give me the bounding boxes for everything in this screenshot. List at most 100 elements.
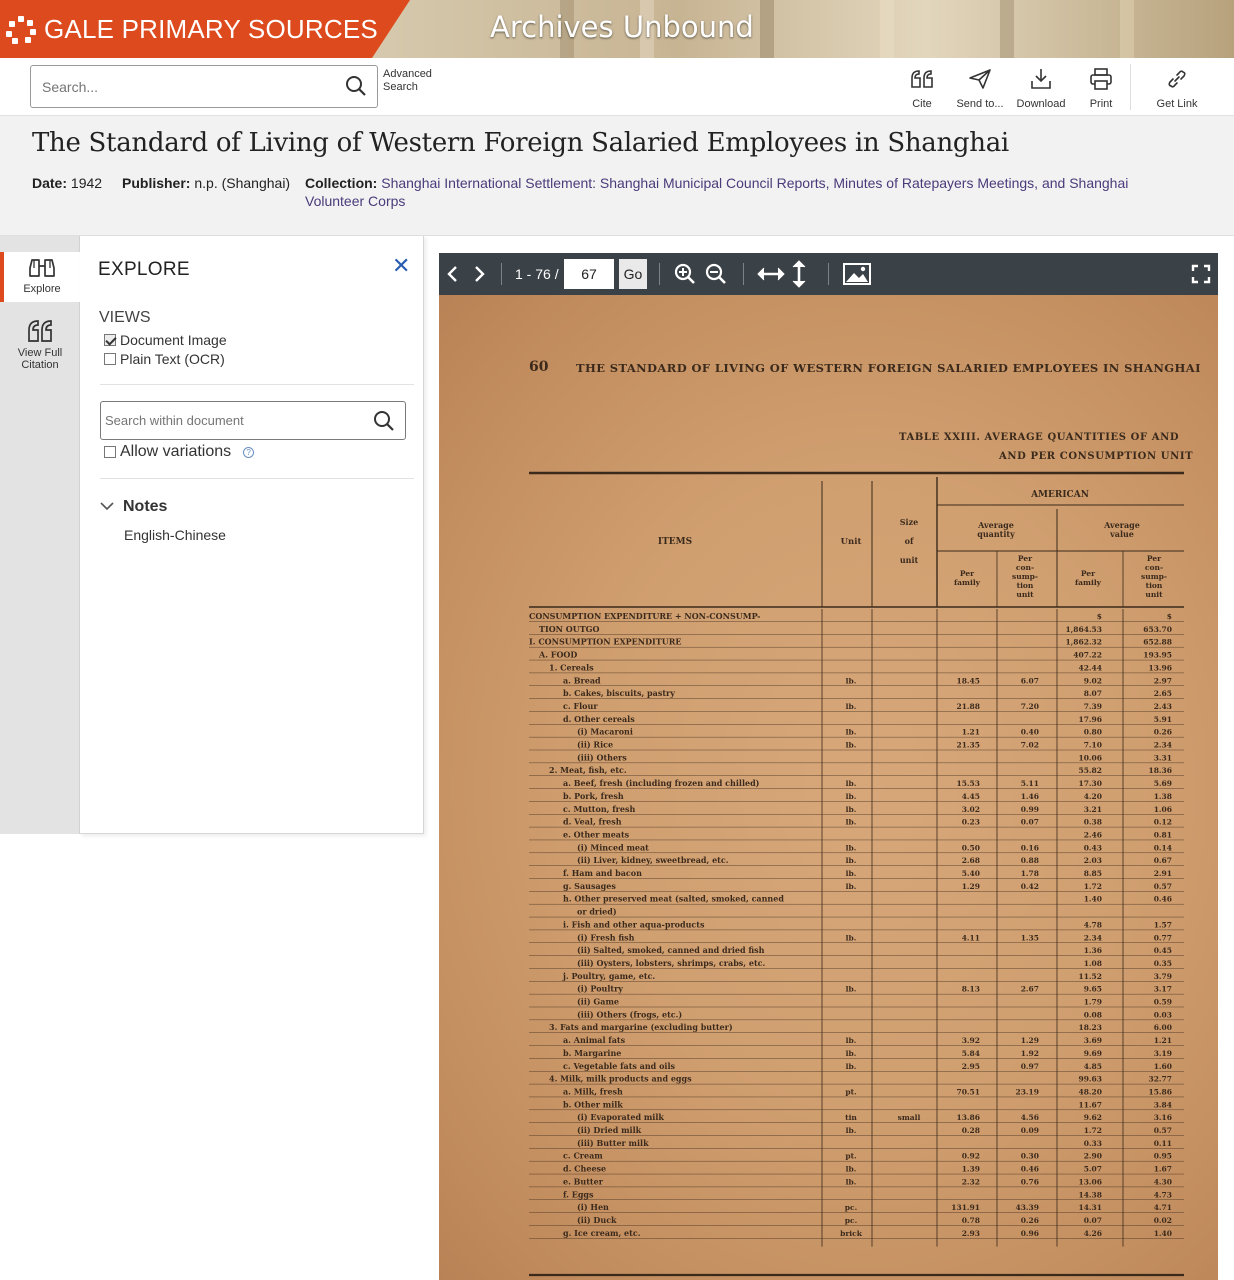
table-row-item: (iii) Others bbox=[577, 752, 627, 762]
rail-citation[interactable]: View Full Citation bbox=[0, 318, 80, 378]
table-row-item: b. Pork, fresh bbox=[563, 791, 624, 801]
rail-citation-label: Citation bbox=[21, 359, 59, 371]
table-row-qty-unit: 0.09 bbox=[1021, 1126, 1039, 1135]
table-row-unit: lb. bbox=[846, 805, 857, 814]
table-row-val-family: 1,862.32 bbox=[1065, 638, 1102, 647]
table-row-unit: lb. bbox=[846, 779, 857, 788]
table-row-unit: lb. bbox=[846, 856, 857, 865]
send-to-label: Send to... bbox=[956, 98, 1004, 110]
zoom-in-button[interactable] bbox=[673, 253, 697, 295]
table-row-val-unit: 3.16 bbox=[1154, 1113, 1172, 1122]
table-row-qty-family: 2.32 bbox=[962, 1177, 980, 1186]
table-row-item: 1. Cereals bbox=[549, 662, 594, 672]
search-within-input[interactable] bbox=[101, 402, 361, 439]
table-row-val-unit: 3.17 bbox=[1154, 985, 1172, 994]
brand-home-link[interactable]: GALE PRIMARY SOURCES bbox=[0, 0, 410, 58]
table-row-item: (iii) Oysters, lobsters, shrimps, crabs,… bbox=[577, 958, 766, 968]
table-row-val-unit: 652.88 bbox=[1143, 638, 1172, 647]
print-button[interactable]: Print bbox=[1084, 64, 1118, 110]
help-icon[interactable]: ? bbox=[243, 446, 255, 458]
table-row-item: (i) Macaroni bbox=[577, 727, 633, 737]
document-image-checkbox[interactable] bbox=[104, 334, 116, 346]
search-icon[interactable] bbox=[345, 75, 367, 102]
table-row-item: j. Poultry, game, etc. bbox=[562, 971, 655, 981]
table-row-qty-family: 2.95 bbox=[962, 1062, 980, 1071]
quote-icon bbox=[906, 64, 938, 94]
notes-toggle[interactable]: Notes bbox=[100, 498, 167, 516]
view-document-image-option[interactable]: Document Image bbox=[104, 332, 227, 348]
table-row-unit: lb. bbox=[846, 676, 857, 685]
fit-height-icon bbox=[792, 260, 806, 288]
plain-text-checkbox[interactable] bbox=[104, 353, 116, 365]
table-row-val-unit: 653.70 bbox=[1143, 625, 1172, 634]
collection-link-cont[interactable]: Volunteer Corps bbox=[305, 193, 405, 209]
allow-variations-option[interactable]: Allow variations ? bbox=[104, 443, 255, 461]
table-row-val-family: 0.33 bbox=[1084, 1139, 1102, 1148]
advanced-search-link[interactable]: Advanced Search bbox=[383, 68, 443, 94]
table-row-unit: pc. bbox=[845, 1203, 857, 1212]
table-row-item: f. Eggs bbox=[563, 1189, 594, 1199]
table-row-qty-family: 70.51 bbox=[957, 1087, 981, 1096]
send-to-button[interactable]: Send to... bbox=[952, 64, 1008, 110]
image-settings-button[interactable] bbox=[842, 253, 872, 295]
table-row-val-unit: 0.67 bbox=[1154, 856, 1172, 865]
rail-explore-label: Explore bbox=[23, 283, 61, 295]
search-icon[interactable] bbox=[373, 410, 395, 437]
fit-width-button[interactable] bbox=[756, 253, 786, 295]
table-row-unit: lb. bbox=[846, 882, 857, 891]
table-row-val-family: 4.26 bbox=[1084, 1229, 1102, 1238]
document-page-image[interactable]: 60 THE STANDARD OF LIVING OF WESTERN FOR… bbox=[439, 295, 1218, 1280]
table-row-val-unit: 32.77 bbox=[1149, 1075, 1173, 1084]
table-row-val-family: 99.63 bbox=[1079, 1075, 1103, 1084]
table-row-val-unit: 193.95 bbox=[1143, 651, 1172, 660]
table-row-qty-unit: 0.16 bbox=[1021, 843, 1039, 852]
table-row-item: i. Fish and other aqua-products bbox=[563, 919, 705, 929]
table-row-item: (ii) Dried milk bbox=[577, 1125, 642, 1135]
table-row-val-unit: 2.65 bbox=[1154, 689, 1172, 698]
table-row-item: 2. Meat, fish, etc. bbox=[549, 765, 627, 775]
download-icon bbox=[1013, 64, 1069, 94]
table-row-qty-unit: 0.26 bbox=[1021, 1216, 1039, 1225]
table-row-qty-family: 1.29 bbox=[962, 882, 980, 891]
table-row-val-family: 4.85 bbox=[1084, 1062, 1102, 1071]
view-plain-text-option[interactable]: Plain Text (OCR) bbox=[104, 351, 225, 367]
zoom-out-button[interactable] bbox=[704, 253, 728, 295]
table-row-qty-family: 2.93 bbox=[962, 1229, 980, 1238]
table-row-qty-unit: 1.78 bbox=[1021, 869, 1039, 878]
table-row-unit: lb. bbox=[846, 1165, 857, 1174]
table-row-val-family: 0.07 bbox=[1084, 1216, 1102, 1225]
table-row-val-unit: 6.00 bbox=[1154, 1023, 1172, 1032]
table-row-unit: lb. bbox=[846, 1049, 857, 1058]
search-input[interactable] bbox=[31, 66, 331, 107]
cite-button[interactable]: Cite bbox=[906, 64, 938, 110]
go-button[interactable]: Go bbox=[619, 259, 647, 289]
table-row-unit: lb. bbox=[846, 728, 857, 737]
close-icon[interactable]: ✕ bbox=[392, 253, 410, 279]
table-row-val-unit: 0.81 bbox=[1154, 830, 1172, 839]
fullscreen-button[interactable] bbox=[1191, 253, 1211, 295]
table-row-unit: lb. bbox=[846, 792, 857, 801]
page-number-input[interactable] bbox=[564, 259, 614, 289]
table-row-val-unit: 0.95 bbox=[1154, 1152, 1172, 1161]
cite-label: Cite bbox=[912, 98, 932, 110]
fit-height-button[interactable] bbox=[791, 253, 807, 295]
table-row-val-family: 17.30 bbox=[1079, 779, 1103, 788]
table-row-qty-unit: 43.39 bbox=[1016, 1203, 1040, 1212]
table-row-qty-unit: 1.46 bbox=[1021, 792, 1039, 801]
table-row-val-family: 13.06 bbox=[1079, 1177, 1103, 1186]
download-button[interactable]: Download bbox=[1013, 64, 1069, 110]
next-page-button[interactable] bbox=[472, 253, 486, 295]
table-row-val-family: 0.08 bbox=[1084, 1010, 1102, 1019]
page-range: 1 - 76 / bbox=[515, 266, 559, 282]
table-row-val-family: 2.46 bbox=[1084, 830, 1102, 839]
table-row-item: 4. Milk, milk products and eggs bbox=[549, 1074, 692, 1084]
get-link-button[interactable]: Get Link bbox=[1150, 64, 1204, 110]
chevron-left-icon bbox=[447, 266, 457, 282]
rail-explore[interactable]: Explore bbox=[0, 252, 80, 302]
advanced-search-label: Search bbox=[383, 81, 418, 93]
allow-variations-checkbox[interactable] bbox=[104, 446, 116, 458]
col-items-header: ITEMS bbox=[658, 537, 692, 547]
table-row-qty-unit: 5.11 bbox=[1021, 779, 1039, 788]
collection-link[interactable]: Shanghai International Settlement: Shang… bbox=[381, 175, 1128, 191]
prev-page-button[interactable] bbox=[446, 253, 460, 295]
